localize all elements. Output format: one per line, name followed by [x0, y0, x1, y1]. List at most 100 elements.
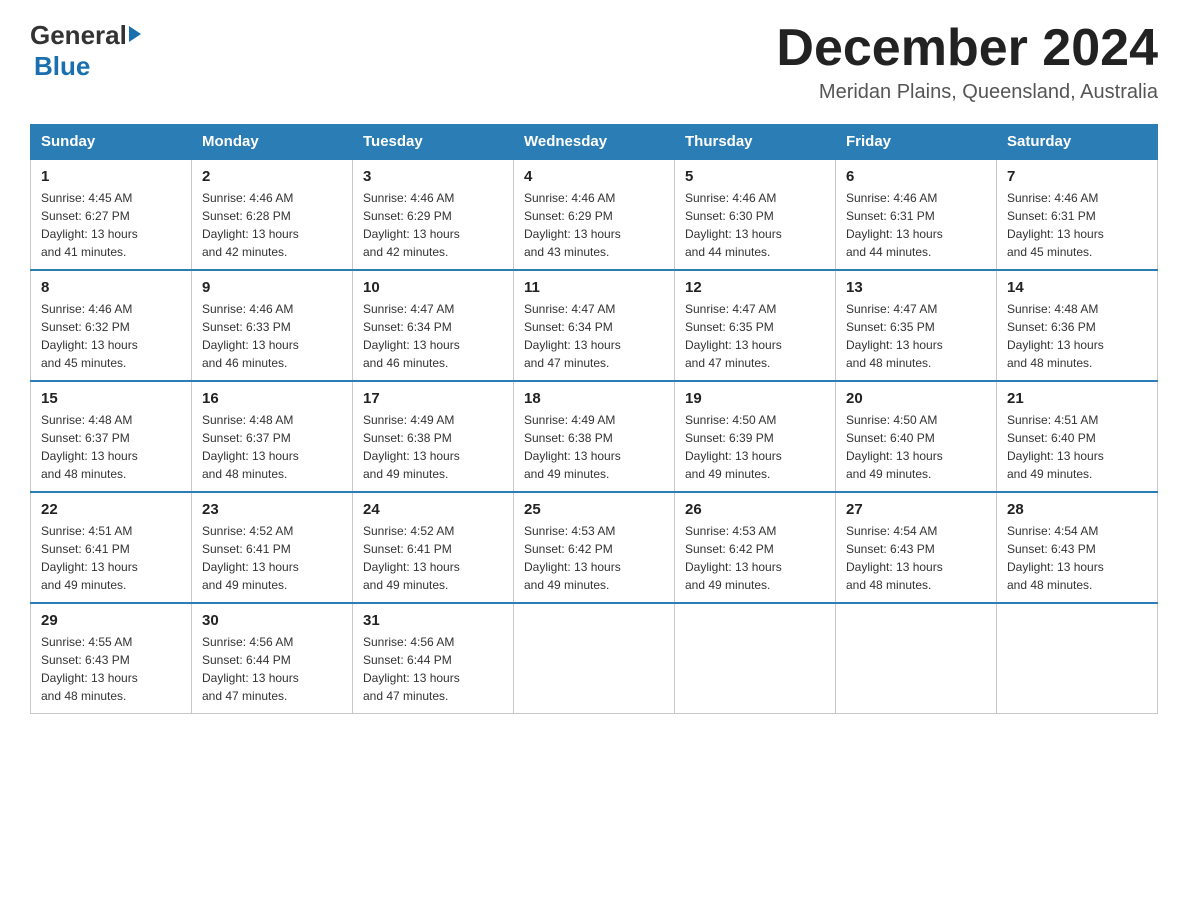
- day-info: Sunrise: 4:51 AM Sunset: 6:40 PM Dayligh…: [1007, 411, 1147, 483]
- day-number: 9: [202, 279, 342, 296]
- day-number: 27: [846, 501, 986, 518]
- table-row: 17 Sunrise: 4:49 AM Sunset: 6:38 PM Dayl…: [353, 381, 514, 492]
- day-info: Sunrise: 4:54 AM Sunset: 6:43 PM Dayligh…: [846, 522, 986, 594]
- table-row: 13 Sunrise: 4:47 AM Sunset: 6:35 PM Dayl…: [836, 270, 997, 381]
- day-info: Sunrise: 4:50 AM Sunset: 6:39 PM Dayligh…: [685, 411, 825, 483]
- day-number: 19: [685, 390, 825, 407]
- day-info: Sunrise: 4:47 AM Sunset: 6:34 PM Dayligh…: [524, 300, 664, 372]
- day-info: Sunrise: 4:51 AM Sunset: 6:41 PM Dayligh…: [41, 522, 181, 594]
- table-row: 7 Sunrise: 4:46 AM Sunset: 6:31 PM Dayli…: [997, 159, 1158, 270]
- table-row: 20 Sunrise: 4:50 AM Sunset: 6:40 PM Dayl…: [836, 381, 997, 492]
- day-info: Sunrise: 4:45 AM Sunset: 6:27 PM Dayligh…: [41, 189, 181, 261]
- table-row: 29 Sunrise: 4:55 AM Sunset: 6:43 PM Dayl…: [31, 603, 192, 714]
- table-row: 5 Sunrise: 4:46 AM Sunset: 6:30 PM Dayli…: [675, 159, 836, 270]
- table-row: 25 Sunrise: 4:53 AM Sunset: 6:42 PM Dayl…: [514, 492, 675, 603]
- day-info: Sunrise: 4:48 AM Sunset: 6:37 PM Dayligh…: [202, 411, 342, 483]
- day-number: 15: [41, 390, 181, 407]
- table-row: 23 Sunrise: 4:52 AM Sunset: 6:41 PM Dayl…: [192, 492, 353, 603]
- day-number: 12: [685, 279, 825, 296]
- table-row: 18 Sunrise: 4:49 AM Sunset: 6:38 PM Dayl…: [514, 381, 675, 492]
- logo-blue-text: Blue: [34, 51, 90, 81]
- table-row: 19 Sunrise: 4:50 AM Sunset: 6:39 PM Dayl…: [675, 381, 836, 492]
- day-number: 24: [363, 501, 503, 518]
- col-thursday: Thursday: [675, 125, 836, 160]
- day-number: 22: [41, 501, 181, 518]
- table-row: 21 Sunrise: 4:51 AM Sunset: 6:40 PM Dayl…: [997, 381, 1158, 492]
- calendar-table: Sunday Monday Tuesday Wednesday Thursday…: [30, 124, 1158, 714]
- day-info: Sunrise: 4:49 AM Sunset: 6:38 PM Dayligh…: [363, 411, 503, 483]
- table-row: 3 Sunrise: 4:46 AM Sunset: 6:29 PM Dayli…: [353, 159, 514, 270]
- day-info: Sunrise: 4:53 AM Sunset: 6:42 PM Dayligh…: [524, 522, 664, 594]
- logo: General Blue: [30, 20, 141, 82]
- day-info: Sunrise: 4:46 AM Sunset: 6:28 PM Dayligh…: [202, 189, 342, 261]
- table-row: 28 Sunrise: 4:54 AM Sunset: 6:43 PM Dayl…: [997, 492, 1158, 603]
- calendar-week-row: 8 Sunrise: 4:46 AM Sunset: 6:32 PM Dayli…: [31, 270, 1158, 381]
- table-row: 10 Sunrise: 4:47 AM Sunset: 6:34 PM Dayl…: [353, 270, 514, 381]
- day-number: 6: [846, 168, 986, 185]
- day-number: 5: [685, 168, 825, 185]
- day-info: Sunrise: 4:46 AM Sunset: 6:29 PM Dayligh…: [524, 189, 664, 261]
- table-row: 8 Sunrise: 4:46 AM Sunset: 6:32 PM Dayli…: [31, 270, 192, 381]
- page-header: General Blue December 2024 Meridan Plain…: [30, 20, 1158, 104]
- calendar-week-row: 1 Sunrise: 4:45 AM Sunset: 6:27 PM Dayli…: [31, 159, 1158, 270]
- calendar-week-row: 22 Sunrise: 4:51 AM Sunset: 6:41 PM Dayl…: [31, 492, 1158, 603]
- col-wednesday: Wednesday: [514, 125, 675, 160]
- table-row: 27 Sunrise: 4:54 AM Sunset: 6:43 PM Dayl…: [836, 492, 997, 603]
- day-info: Sunrise: 4:47 AM Sunset: 6:34 PM Dayligh…: [363, 300, 503, 372]
- table-row: 9 Sunrise: 4:46 AM Sunset: 6:33 PM Dayli…: [192, 270, 353, 381]
- day-info: Sunrise: 4:47 AM Sunset: 6:35 PM Dayligh…: [685, 300, 825, 372]
- day-number: 14: [1007, 279, 1147, 296]
- day-info: Sunrise: 4:52 AM Sunset: 6:41 PM Dayligh…: [363, 522, 503, 594]
- day-number: 26: [685, 501, 825, 518]
- day-info: Sunrise: 4:53 AM Sunset: 6:42 PM Dayligh…: [685, 522, 825, 594]
- table-row: 14 Sunrise: 4:48 AM Sunset: 6:36 PM Dayl…: [997, 270, 1158, 381]
- day-info: Sunrise: 4:46 AM Sunset: 6:29 PM Dayligh…: [363, 189, 503, 261]
- day-info: Sunrise: 4:48 AM Sunset: 6:37 PM Dayligh…: [41, 411, 181, 483]
- day-number: 2: [202, 168, 342, 185]
- day-info: Sunrise: 4:55 AM Sunset: 6:43 PM Dayligh…: [41, 633, 181, 705]
- location-subtitle: Meridan Plains, Queensland, Australia: [776, 81, 1158, 104]
- day-info: Sunrise: 4:46 AM Sunset: 6:31 PM Dayligh…: [846, 189, 986, 261]
- day-number: 13: [846, 279, 986, 296]
- day-info: Sunrise: 4:47 AM Sunset: 6:35 PM Dayligh…: [846, 300, 986, 372]
- day-info: Sunrise: 4:50 AM Sunset: 6:40 PM Dayligh…: [846, 411, 986, 483]
- day-number: 21: [1007, 390, 1147, 407]
- month-title: December 2024: [776, 20, 1158, 77]
- logo-triangle-icon: [129, 26, 141, 42]
- day-info: Sunrise: 4:46 AM Sunset: 6:31 PM Dayligh…: [1007, 189, 1147, 261]
- col-monday: Monday: [192, 125, 353, 160]
- day-number: 17: [363, 390, 503, 407]
- day-number: 31: [363, 612, 503, 629]
- table-row: [675, 603, 836, 714]
- day-info: Sunrise: 4:46 AM Sunset: 6:33 PM Dayligh…: [202, 300, 342, 372]
- table-row: 2 Sunrise: 4:46 AM Sunset: 6:28 PM Dayli…: [192, 159, 353, 270]
- calendar-week-row: 29 Sunrise: 4:55 AM Sunset: 6:43 PM Dayl…: [31, 603, 1158, 714]
- table-row: 22 Sunrise: 4:51 AM Sunset: 6:41 PM Dayl…: [31, 492, 192, 603]
- title-area: December 2024 Meridan Plains, Queensland…: [776, 20, 1158, 104]
- day-number: 29: [41, 612, 181, 629]
- day-number: 20: [846, 390, 986, 407]
- table-row: [836, 603, 997, 714]
- day-number: 3: [363, 168, 503, 185]
- day-number: 8: [41, 279, 181, 296]
- col-friday: Friday: [836, 125, 997, 160]
- day-info: Sunrise: 4:54 AM Sunset: 6:43 PM Dayligh…: [1007, 522, 1147, 594]
- logo-general-text: General: [30, 20, 127, 51]
- table-row: 11 Sunrise: 4:47 AM Sunset: 6:34 PM Dayl…: [514, 270, 675, 381]
- day-info: Sunrise: 4:49 AM Sunset: 6:38 PM Dayligh…: [524, 411, 664, 483]
- day-info: Sunrise: 4:56 AM Sunset: 6:44 PM Dayligh…: [363, 633, 503, 705]
- table-row: 24 Sunrise: 4:52 AM Sunset: 6:41 PM Dayl…: [353, 492, 514, 603]
- day-info: Sunrise: 4:56 AM Sunset: 6:44 PM Dayligh…: [202, 633, 342, 705]
- day-number: 10: [363, 279, 503, 296]
- day-info: Sunrise: 4:48 AM Sunset: 6:36 PM Dayligh…: [1007, 300, 1147, 372]
- col-tuesday: Tuesday: [353, 125, 514, 160]
- calendar-week-row: 15 Sunrise: 4:48 AM Sunset: 6:37 PM Dayl…: [31, 381, 1158, 492]
- table-row: 4 Sunrise: 4:46 AM Sunset: 6:29 PM Dayli…: [514, 159, 675, 270]
- col-saturday: Saturday: [997, 125, 1158, 160]
- table-row: 31 Sunrise: 4:56 AM Sunset: 6:44 PM Dayl…: [353, 603, 514, 714]
- day-number: 18: [524, 390, 664, 407]
- table-row: [514, 603, 675, 714]
- table-row: 6 Sunrise: 4:46 AM Sunset: 6:31 PM Dayli…: [836, 159, 997, 270]
- day-number: 7: [1007, 168, 1147, 185]
- col-sunday: Sunday: [31, 125, 192, 160]
